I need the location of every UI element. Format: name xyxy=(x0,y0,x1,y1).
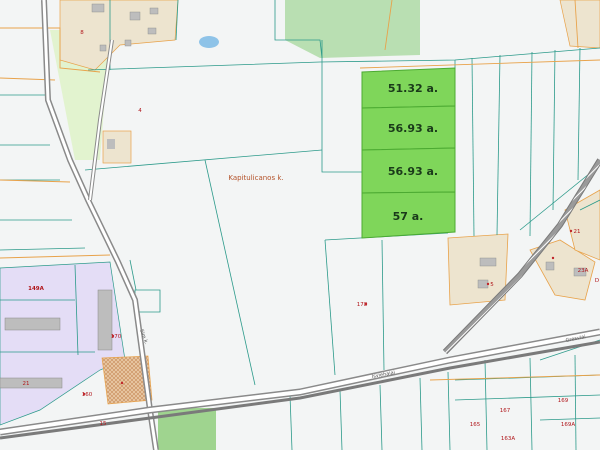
pond xyxy=(199,36,219,48)
lot-1-area: 51.32 a. xyxy=(388,82,438,95)
map-canvas: 51.32 a. 56.93 a. 56.93 a. 57 a. Kapitul… xyxy=(0,0,600,450)
house-number: 23A xyxy=(578,268,589,274)
lot-3-area: 56.93 a. xyxy=(388,165,438,178)
lot-2-area: 56.93 a. xyxy=(388,122,438,135)
building xyxy=(107,139,115,149)
house-number: 5 xyxy=(490,282,494,288)
house-number: 15 xyxy=(100,421,107,427)
house-number: 167 xyxy=(500,408,511,414)
lot-4-area: 57 a. xyxy=(393,210,424,223)
house-number: 21 xyxy=(574,229,581,235)
house-number: 163A xyxy=(501,436,515,442)
forest-area xyxy=(285,0,420,58)
building xyxy=(0,377,63,389)
house-number: 8 xyxy=(80,30,84,36)
house-number: D xyxy=(595,278,599,284)
house-number: 149A xyxy=(28,286,44,292)
building xyxy=(97,289,113,351)
house-number: 169A xyxy=(561,422,575,428)
building xyxy=(4,317,61,331)
house-number: 165 xyxy=(470,422,481,428)
place-name-label: Kapitulicanos k. xyxy=(228,174,283,182)
cadastral-map[interactable]: 51.32 a. 56.93 a. 56.93 a. 57 a. Kapitul… xyxy=(0,0,600,450)
house-number: 169 xyxy=(558,398,569,404)
house-number: 21 xyxy=(23,381,30,387)
house-number: 4 xyxy=(138,108,142,114)
